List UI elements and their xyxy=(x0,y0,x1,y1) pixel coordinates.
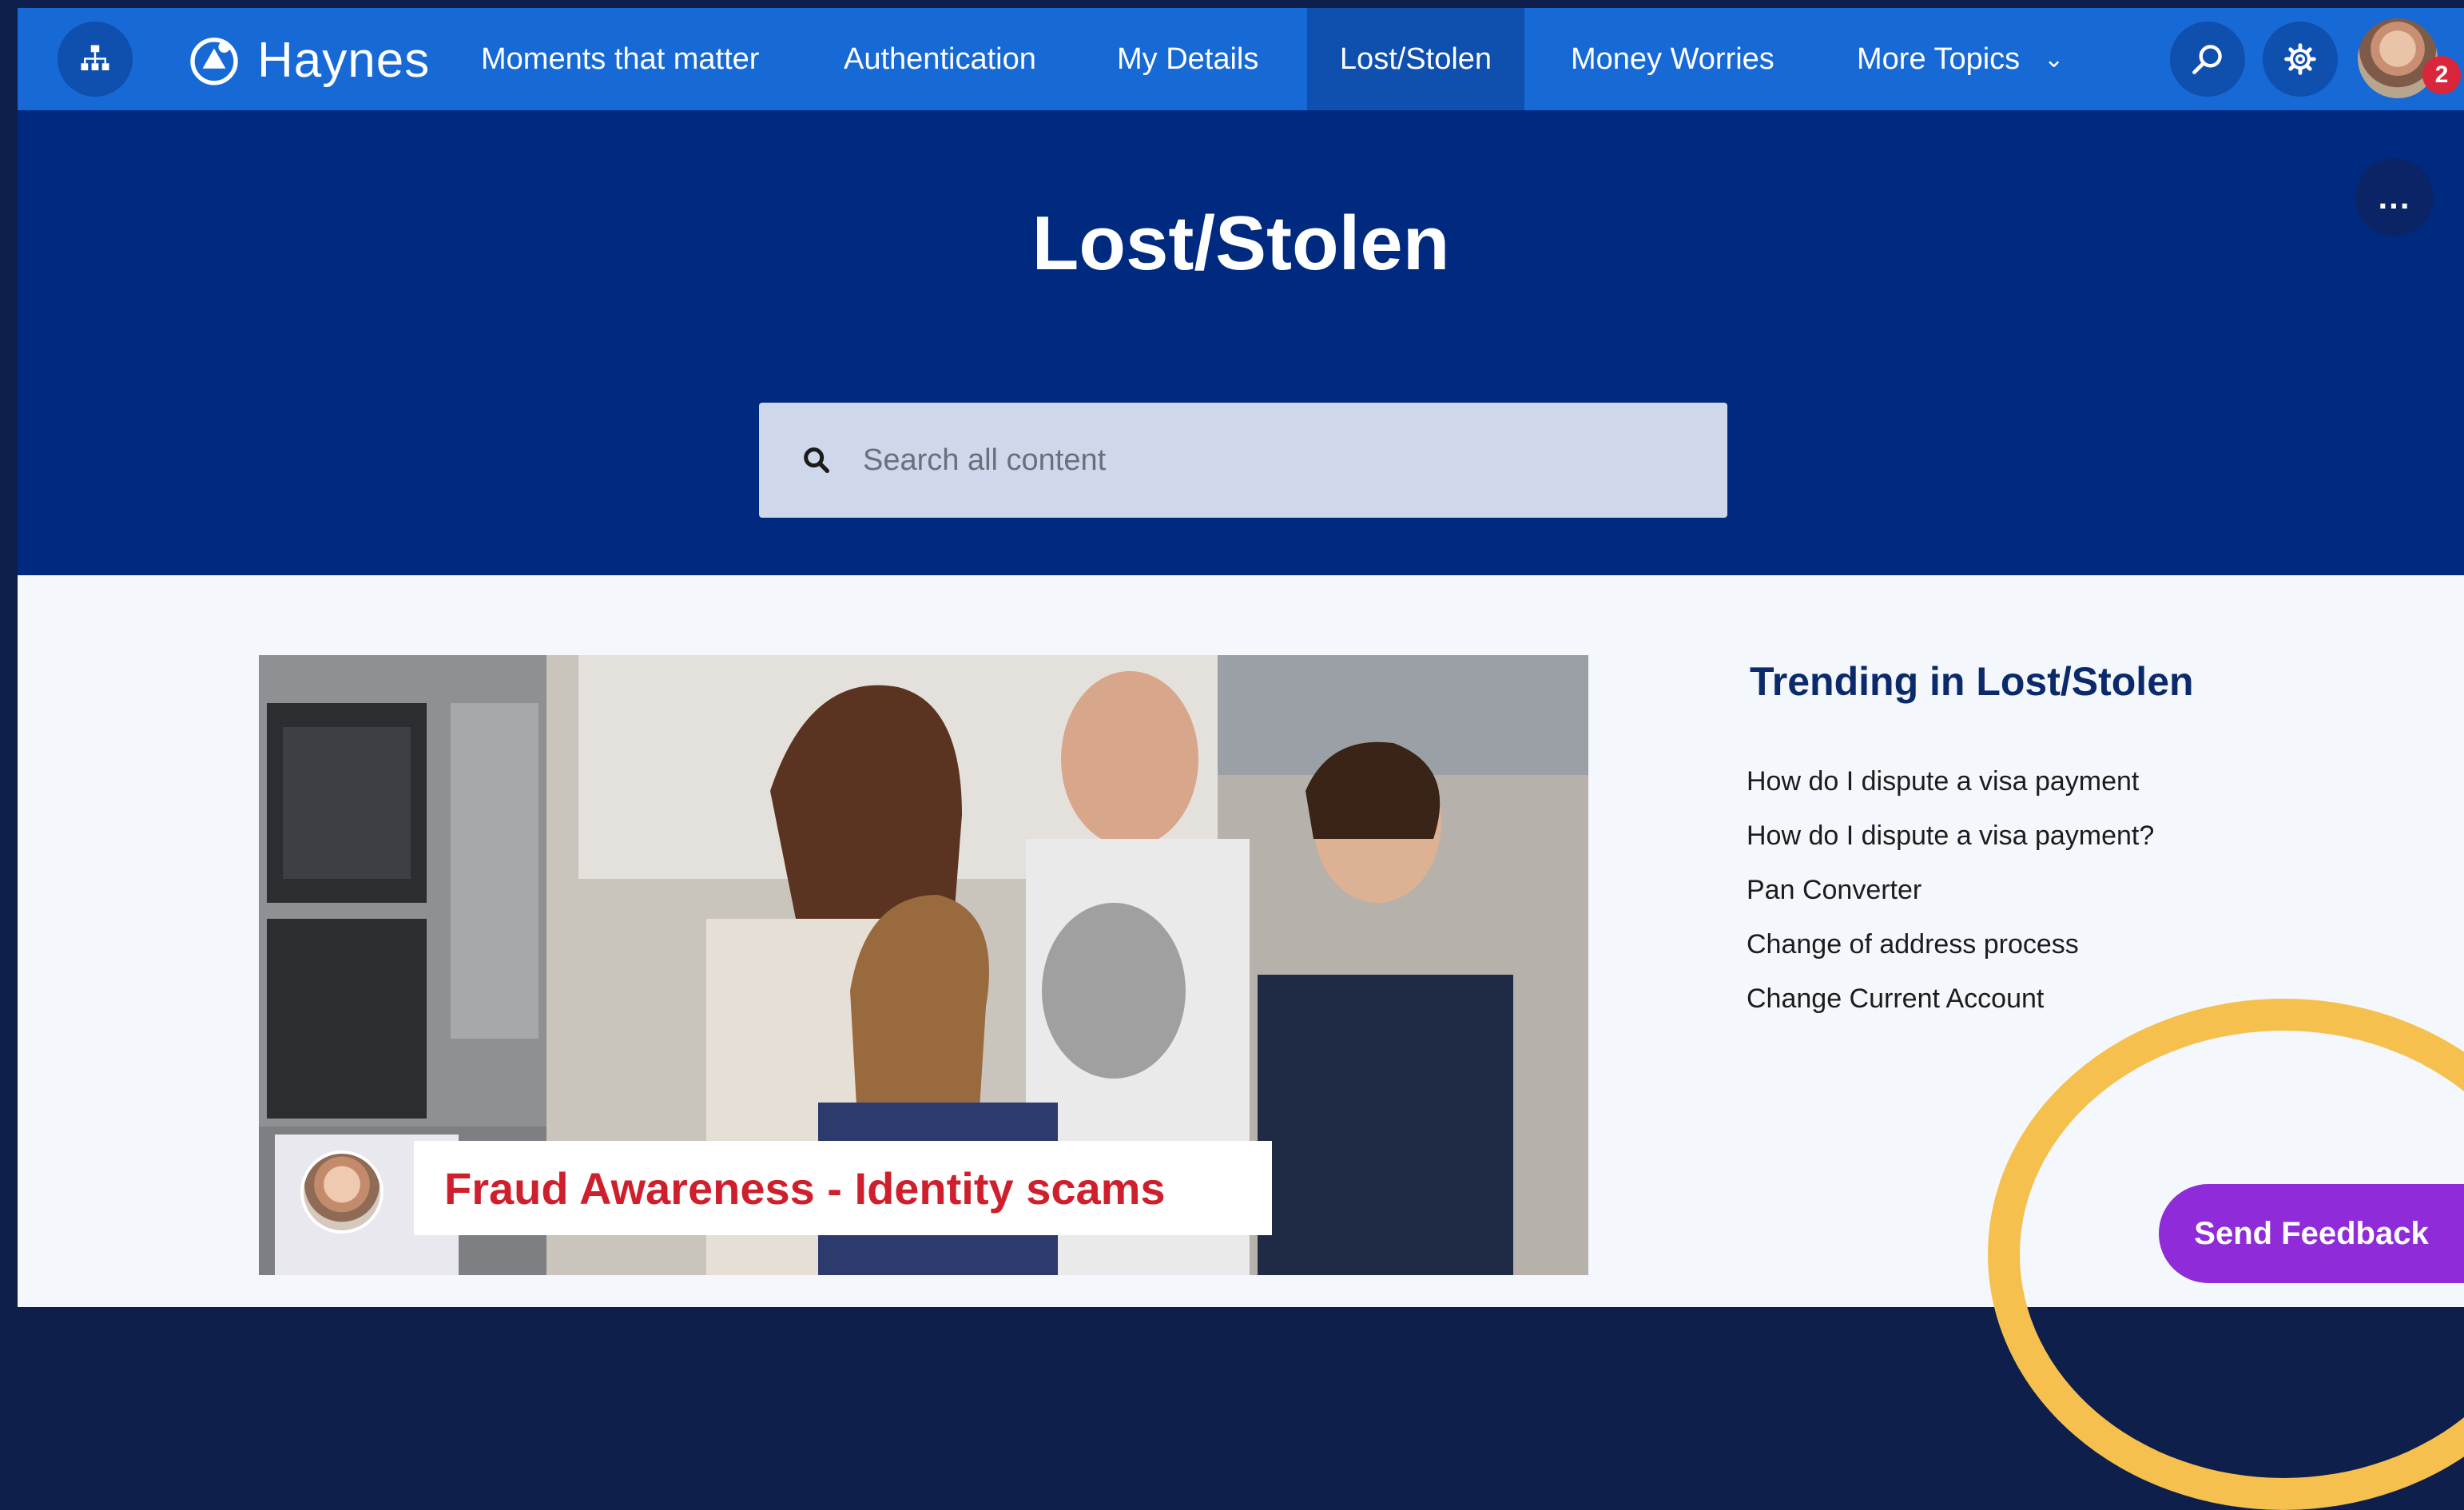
search-icon xyxy=(804,447,829,473)
nav-moments-that-matter[interactable]: Moments that matter xyxy=(481,8,759,110)
nav-label: Moments that matter xyxy=(481,42,760,76)
window-frame-top xyxy=(0,0,2464,8)
haynes-logo-icon xyxy=(190,38,238,85)
search-bar[interactable] xyxy=(759,403,1727,518)
top-navigation-bar: Haynes Moments that matter Authenticatio… xyxy=(18,8,2464,110)
app-logo[interactable]: Haynes xyxy=(185,24,430,96)
nav-label: Lost/Stolen xyxy=(1339,42,1492,76)
more-options-button[interactable]: ... xyxy=(2355,158,2434,236)
app-name: Haynes xyxy=(257,32,431,88)
window-frame-left xyxy=(0,0,18,1307)
nav-label: More Topics xyxy=(1857,42,2021,76)
page-title: Lost/Stolen xyxy=(1031,201,1450,286)
banner-caption[interactable]: Fraud Awareness - Identity scams xyxy=(414,1141,1272,1235)
send-feedback-button[interactable]: Send Feedback xyxy=(2159,1184,2464,1283)
search-icon xyxy=(2192,45,2222,74)
site-map-button[interactable] xyxy=(58,22,133,97)
trending-link[interactable]: How do I dispute a visa payment xyxy=(1747,754,2154,809)
featured-news-banner[interactable]: Fraud Awareness - Identity scams xyxy=(259,655,1588,1275)
hero-banner: Lost/Stolen ... xyxy=(18,110,2464,575)
search-button[interactable] xyxy=(2170,22,2245,97)
notification-badge: 2 xyxy=(2422,56,2461,94)
nav-my-details[interactable]: My Details xyxy=(1117,8,1258,110)
nav-label: Authentication xyxy=(844,42,1036,76)
trending-link[interactable]: Pan Converter xyxy=(1747,863,2154,917)
nav-money-worries[interactable]: Money Worries xyxy=(1571,8,1774,110)
trending-link[interactable]: Change of address process xyxy=(1747,917,2154,972)
trending-link[interactable]: How do I dispute a visa payment? xyxy=(1747,809,2154,863)
trending-list: How do I dispute a visa payment How do I… xyxy=(1747,754,2154,1026)
gear-icon xyxy=(2284,43,2316,75)
settings-button[interactable] xyxy=(2263,22,2338,97)
trending-title: Trending in Lost/Stolen xyxy=(1750,659,2194,704)
trending-link[interactable]: Change Current Account xyxy=(1747,972,2154,1026)
nav-label: Money Worries xyxy=(1571,42,1774,76)
chevron-down-icon: ⌄ xyxy=(2044,46,2065,73)
author-avatar xyxy=(300,1150,384,1234)
banner-caption-text: Fraud Awareness - Identity scams xyxy=(444,1162,1166,1214)
nav-lost-stolen[interactable]: Lost/Stolen xyxy=(1307,8,1524,110)
ellipsis-icon: ... xyxy=(2378,178,2411,216)
nav-more-topics[interactable]: More Topics ⌄ xyxy=(1857,8,2064,110)
search-input[interactable] xyxy=(861,442,1584,479)
nav-authentication[interactable]: Authentication xyxy=(844,8,1036,110)
nav-label: My Details xyxy=(1117,42,1259,76)
sitemap-icon xyxy=(81,45,109,70)
